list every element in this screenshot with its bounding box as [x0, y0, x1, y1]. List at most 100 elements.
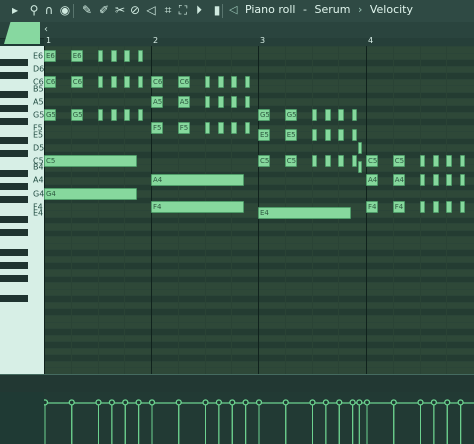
midi-note[interactable] — [204, 95, 211, 108]
midi-note[interactable]: C5 — [366, 154, 379, 167]
midi-note[interactable] — [459, 174, 466, 187]
midi-note[interactable]: E5 — [258, 128, 271, 141]
midi-note[interactable]: F4 — [366, 200, 379, 213]
midi-note[interactable] — [459, 154, 466, 167]
black-key[interactable] — [0, 275, 28, 283]
midi-note[interactable]: C6 — [70, 76, 84, 89]
midi-note[interactable]: E4 — [258, 207, 351, 220]
midi-note[interactable]: C5 — [284, 154, 298, 167]
midi-note[interactable] — [204, 76, 211, 89]
midi-note[interactable]: G5 — [284, 108, 298, 121]
black-key[interactable] — [0, 91, 28, 99]
midi-note[interactable] — [351, 154, 358, 167]
snap-icon[interactable]: ◉ — [58, 3, 72, 17]
midi-note[interactable] — [137, 76, 144, 89]
midi-note[interactable] — [324, 128, 331, 141]
velocity-handle[interactable] — [356, 399, 363, 406]
velocity-handle[interactable] — [148, 399, 155, 406]
midi-note[interactable]: F4 — [392, 200, 406, 213]
midi-note[interactable] — [110, 108, 117, 121]
midi-note[interactable] — [446, 200, 452, 213]
velocity-handle[interactable] — [44, 399, 48, 406]
midi-note[interactable] — [419, 154, 426, 167]
velocity-handle[interactable] — [322, 399, 329, 406]
mute-icon[interactable]: ⊘ — [128, 3, 142, 17]
black-key[interactable] — [0, 117, 28, 125]
wrench-icon[interactable]: ⚲ — [27, 3, 41, 17]
midi-note[interactable] — [217, 122, 224, 134]
velocity-handle[interactable] — [444, 399, 451, 406]
midi-note[interactable] — [244, 122, 251, 134]
black-key[interactable] — [0, 170, 28, 178]
midi-note[interactable]: G5 — [44, 108, 57, 121]
pencil-icon[interactable]: ✎ — [80, 3, 94, 17]
black-key[interactable] — [0, 229, 28, 237]
midi-note[interactable] — [338, 154, 344, 167]
speaker-icon[interactable]: ◁ — [229, 3, 237, 16]
black-key[interactable] — [0, 261, 28, 269]
velocity-handle[interactable] — [282, 399, 289, 406]
black-key[interactable] — [0, 58, 28, 66]
arrow-right-icon[interactable]: ▸ — [8, 3, 22, 17]
midi-note[interactable] — [311, 128, 318, 141]
scroll-left-icon[interactable]: ‹ — [44, 24, 48, 35]
midi-note[interactable] — [217, 95, 224, 108]
note-grid[interactable]: E6 E6 C6 C6 C6 C6 A5 A5 G5 G5 G5 G5 F5 F5 E5 E5 C5 C5 C5 C5… — [44, 46, 474, 374]
midi-note[interactable] — [217, 76, 224, 89]
zoom-icon[interactable]: ⛶ — [176, 3, 190, 17]
midi-note[interactable] — [358, 161, 363, 174]
velocity-handle[interactable] — [108, 399, 115, 406]
midi-note[interactable] — [358, 141, 363, 154]
midi-note[interactable] — [124, 108, 130, 121]
midi-note[interactable] — [324, 108, 331, 121]
midi-note[interactable] — [137, 108, 144, 121]
midi-note[interactable] — [97, 49, 104, 62]
midi-note[interactable] — [244, 95, 251, 108]
midi-note[interactable] — [97, 76, 104, 89]
midi-note[interactable] — [432, 154, 439, 167]
velocity-handle[interactable] — [390, 399, 397, 406]
magnet-icon[interactable]: ∩ — [42, 3, 56, 17]
velocity-handle[interactable] — [256, 399, 263, 406]
midi-note[interactable] — [231, 76, 237, 89]
playback-icon[interactable]: ⏵ — [192, 3, 206, 17]
velocity-handle[interactable] — [215, 399, 222, 406]
midi-note[interactable]: F4 — [151, 200, 244, 213]
midi-note[interactable] — [311, 108, 318, 121]
black-key[interactable] — [0, 150, 28, 158]
midi-note[interactable] — [124, 76, 130, 89]
midi-note[interactable] — [446, 154, 452, 167]
midi-note[interactable] — [324, 154, 331, 167]
midi-note[interactable] — [351, 108, 358, 121]
window-title[interactable]: ◁ Piano roll - Serum › Velocity — [229, 3, 417, 19]
midi-note[interactable]: E6 — [70, 49, 84, 62]
midi-note[interactable]: C6 — [177, 76, 191, 89]
midi-note[interactable] — [338, 128, 344, 141]
midi-note[interactable] — [432, 200, 439, 213]
midi-note[interactable]: F5 — [177, 122, 191, 134]
black-key[interactable] — [0, 216, 28, 224]
midi-note[interactable]: A5 — [177, 95, 191, 108]
velocity-handle[interactable] — [135, 399, 142, 406]
black-key[interactable] — [0, 196, 28, 204]
midi-note[interactable]: C6 — [44, 76, 57, 89]
velocity-handle[interactable] — [309, 399, 316, 406]
select-icon[interactable]: ⌗ — [161, 3, 175, 17]
midi-note[interactable] — [231, 95, 237, 108]
velocity-handle[interactable] — [122, 399, 129, 406]
midi-note[interactable]: C5 — [44, 154, 137, 167]
black-key[interactable] — [0, 104, 28, 112]
midi-note[interactable]: A4 — [366, 174, 379, 187]
midi-note[interactable] — [432, 174, 439, 187]
midi-note[interactable]: C6 — [151, 76, 164, 89]
midi-note[interactable] — [338, 108, 344, 121]
midi-note[interactable] — [311, 154, 318, 167]
midi-note[interactable] — [137, 49, 144, 62]
velocity-handle[interactable] — [175, 399, 182, 406]
midi-note[interactable]: E5 — [284, 128, 298, 141]
velocity-handle[interactable] — [95, 399, 102, 406]
midi-note[interactable] — [419, 200, 426, 213]
midi-note[interactable]: G5 — [258, 108, 271, 121]
velocity-handle[interactable] — [68, 399, 75, 406]
velocity-handle[interactable] — [349, 399, 356, 406]
